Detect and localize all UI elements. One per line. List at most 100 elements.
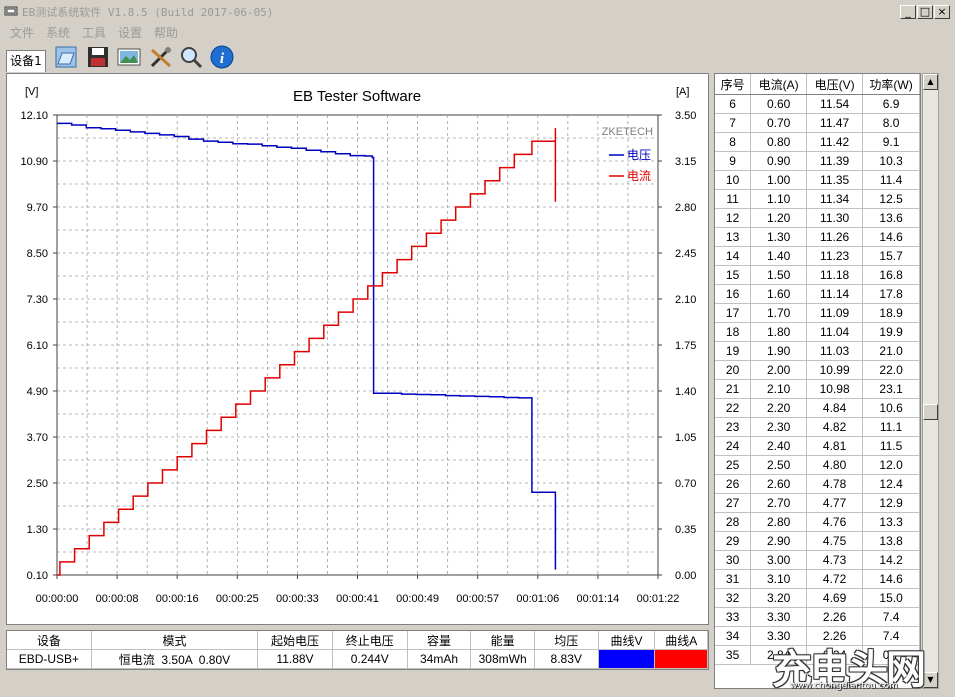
table-cell: 8.0: [862, 113, 920, 133]
x-tick-label: 00:00:49: [396, 593, 439, 605]
table-cell: 2.10: [750, 379, 808, 399]
table-row[interactable]: 16 1.60 11.14 17.8: [715, 284, 920, 304]
left-tick-label: 0.10: [27, 570, 48, 582]
scroll-thumb[interactable]: [923, 404, 938, 420]
table-row[interactable]: 6 0.60 11.54 6.9: [715, 94, 920, 114]
maximize-button[interactable]: □: [917, 5, 933, 19]
tab-device-1[interactable]: 设备1: [6, 50, 46, 72]
table-row[interactable]: 21 2.10 10.98 23.1: [715, 379, 920, 399]
table-cell: 28: [715, 512, 752, 532]
table-row[interactable]: 18 1.80 11.04 19.9: [715, 322, 920, 342]
menu-settings[interactable]: 设置: [118, 24, 142, 41]
scroll-up-button[interactable]: ▲: [923, 74, 938, 90]
table-cell: 2.26: [806, 607, 864, 627]
curve-a-color-swatch[interactable]: [654, 649, 708, 669]
table-row[interactable]: 15 1.50 11.18 16.8: [715, 265, 920, 285]
table-cell: 4.80: [806, 455, 864, 475]
window-title: EB测试系统软件 V1.8.5 (Build 2017-06-05): [22, 6, 274, 19]
table-cell: 4.78: [806, 474, 864, 494]
status-value-cell: EBD-USB+: [7, 649, 92, 669]
picture-icon: [117, 48, 141, 66]
table-cell: 15: [715, 265, 752, 285]
table-row[interactable]: 27 2.70 4.77 12.9: [715, 493, 920, 513]
table-row[interactable]: 33 3.30 2.26 7.4: [715, 607, 920, 627]
table-row[interactable]: 29 2.90 4.75 13.8: [715, 531, 920, 551]
table-cell: 19.9: [862, 322, 920, 342]
curve-v-color-swatch[interactable]: [598, 649, 656, 669]
minimize-button[interactable]: _: [900, 5, 916, 19]
table-cell: 11.04: [806, 322, 864, 342]
left-tick-label: 9.70: [27, 202, 48, 214]
table-header-cell[interactable]: 序号: [715, 74, 752, 95]
table-row[interactable]: 8 0.80 11.42 9.1: [715, 132, 920, 152]
table-row[interactable]: 24 2.40 4.81 11.5: [715, 436, 920, 456]
table-row[interactable]: 30 3.00 4.73 14.2: [715, 550, 920, 570]
table-cell: 12: [715, 208, 752, 228]
table-row[interactable]: 14 1.40 11.23 15.7: [715, 246, 920, 266]
table-header-cell[interactable]: 电压(V): [806, 74, 864, 95]
table-scrollbar[interactable]: ▲ ▼: [922, 73, 939, 689]
right-tick-label: 1.75: [675, 340, 696, 352]
table-row[interactable]: 11 1.10 11.34 12.5: [715, 189, 920, 209]
table-row[interactable]: 20 2.00 10.99 22.0: [715, 360, 920, 380]
table-cell: 3.30: [750, 607, 808, 627]
status-panel: 设备 模式 起始电压 终止电压 容量 能量 均压 曲线V 曲线A EBD-USB+ 恒电流 3.5…: [6, 630, 709, 670]
table-cell: 6.9: [862, 94, 920, 114]
table-cell: 4.72: [806, 569, 864, 589]
table-header-cell[interactable]: 电流(A): [750, 74, 808, 95]
menu-system[interactable]: 系统: [46, 24, 70, 41]
table-row[interactable]: 19 1.90 11.03 21.0: [715, 341, 920, 361]
table-row[interactable]: 9 0.90 11.39 10.3: [715, 151, 920, 171]
close-button[interactable]: ×: [934, 5, 950, 19]
table-row[interactable]: 25 2.50 4.80 12.0: [715, 455, 920, 475]
save-button[interactable]: [85, 44, 111, 70]
tools-button[interactable]: [148, 44, 174, 70]
right-axis-ticks: 3.50 3.15 2.80 2.45 2.10 1.75 1.40 1.05 0.70 0.35…: [658, 110, 696, 582]
magnifier-icon: [181, 47, 203, 69]
table-row[interactable]: 23 2.30 4.82 11.1: [715, 417, 920, 437]
table-header-cell[interactable]: 功率(W): [862, 74, 920, 95]
table-cell: 11.26: [806, 227, 864, 247]
menu-help[interactable]: 帮助: [154, 24, 178, 41]
table-row[interactable]: 31 3.10 4.72 14.6: [715, 569, 920, 589]
table-cell: 14: [715, 246, 752, 266]
table-row[interactable]: 17 1.70 11.09 18.9: [715, 303, 920, 323]
table-cell: 11: [715, 189, 752, 209]
table-cell: 16: [715, 284, 752, 304]
info-button[interactable]: i: [209, 44, 235, 70]
menu-tools[interactable]: 工具: [82, 24, 106, 41]
table-row[interactable]: 26 2.60 4.78 12.4: [715, 474, 920, 494]
status-value-cell: 0.244V: [332, 649, 408, 669]
x-tick-label: 00:00:08: [96, 593, 139, 605]
table-row[interactable]: 7 0.70 11.47 8.0: [715, 113, 920, 133]
left-tick-label: 4.90: [27, 386, 48, 398]
table-cell: 2.80: [750, 512, 808, 532]
table-cell: 2.20: [750, 398, 808, 418]
open-file-button[interactable]: [53, 44, 79, 70]
watermark-url: www.chongdiantou.com: [790, 681, 898, 691]
status-header-row: 设备 模式 起始电压 终止电压 容量 能量 均压 曲线V 曲线A: [7, 631, 708, 650]
status-value-cell: 8.83V: [534, 649, 599, 669]
x-tick-label: 00:00:57: [456, 593, 499, 605]
table-row[interactable]: 10 1.00 11.35 11.4: [715, 170, 920, 190]
table-cell: 35: [715, 645, 752, 665]
table-row[interactable]: 28 2.80 4.76 13.3: [715, 512, 920, 532]
table-cell: 11.1: [862, 417, 920, 437]
table-row[interactable]: 22 2.20 4.84 10.6: [715, 398, 920, 418]
table-row[interactable]: 32 3.20 4.69 15.0: [715, 588, 920, 608]
table-cell: 0.90: [750, 151, 808, 171]
table-cell: 1.60: [750, 284, 808, 304]
status-header-cell: 能量: [470, 631, 535, 650]
menu-bar: 文件 系统 工具 设置 帮助: [0, 22, 955, 42]
table-row[interactable]: 13 1.30 11.26 14.6: [715, 227, 920, 247]
table-cell: 11.34: [806, 189, 864, 209]
picture-button[interactable]: [116, 44, 142, 70]
table-cell: 13.8: [862, 531, 920, 551]
menu-file[interactable]: 文件: [10, 24, 34, 41]
table-cell: 0.70: [750, 113, 808, 133]
data-table-panel[interactable]: 序号 电流(A) 电压(V) 功率(W) 6 0.60 11.54 6.9 7 0.70 11.4…: [714, 73, 921, 689]
search-button[interactable]: [178, 44, 204, 70]
table-row[interactable]: 12 1.20 11.30 13.6: [715, 208, 920, 228]
x-tick-label: 00:00:41: [336, 593, 379, 605]
table-cell: 3.10: [750, 569, 808, 589]
